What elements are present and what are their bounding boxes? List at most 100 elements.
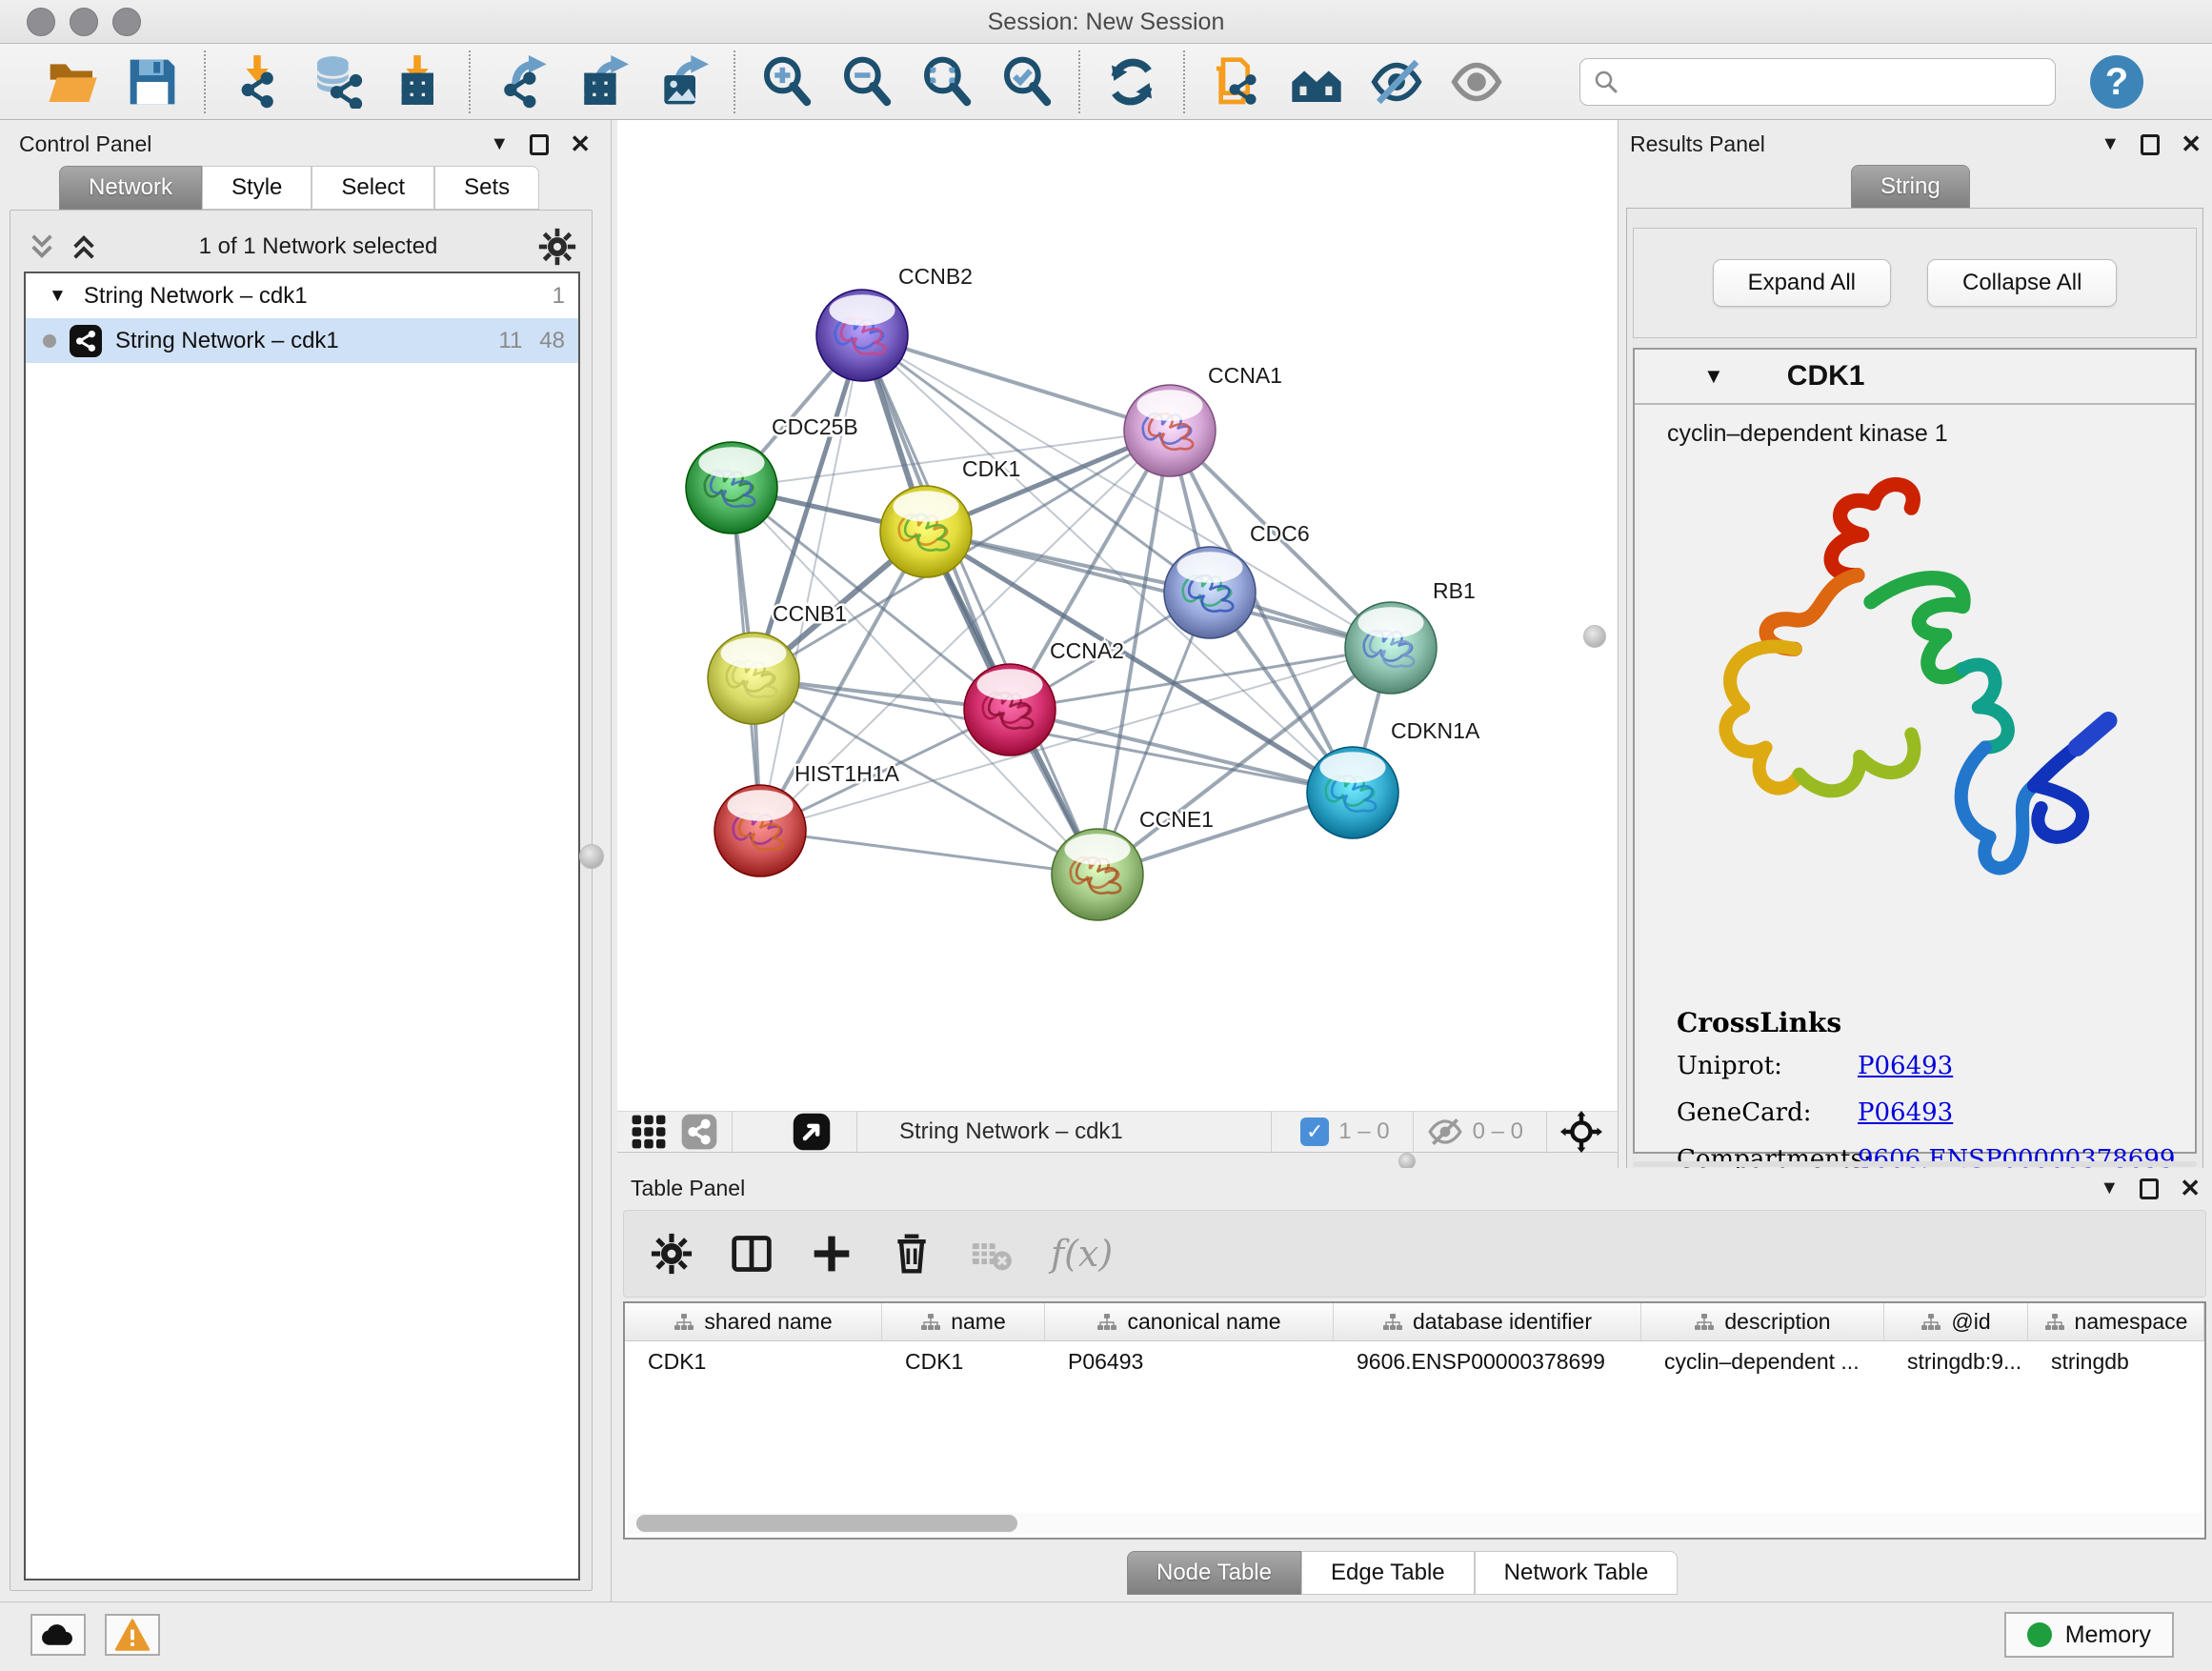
- column-header-canonical-name[interactable]: canonical name: [1045, 1303, 1334, 1340]
- panel-float-icon[interactable]: [530, 134, 549, 155]
- column-header-description[interactable]: description: [1641, 1303, 1884, 1340]
- zoom-out-button[interactable]: [837, 51, 896, 112]
- open-in-window-icon[interactable]: [792, 1112, 832, 1152]
- import-from-database-button[interactable]: [308, 51, 367, 112]
- edge-CCNB2-CCNA1[interactable]: [862, 335, 1170, 431]
- node-CDKN1A[interactable]: CDKN1A: [1307, 718, 1480, 838]
- network-graph[interactable]: CCNB2CCNA1CDC25BCDK1CDC6RB1CCNB1CCNA2CDK…: [617, 120, 1618, 1111]
- column-header--id[interactable]: @id: [1884, 1303, 2028, 1340]
- cell--id[interactable]: stringdb:9...: [1884, 1341, 2028, 1383]
- node-RB1[interactable]: RB1: [1345, 578, 1476, 694]
- search-input[interactable]: [1628, 69, 2038, 95]
- panel-close-icon[interactable]: ✕: [2181, 130, 2202, 159]
- collapse-all-button[interactable]: Collapse All: [1927, 259, 2117, 307]
- tab-select[interactable]: Select: [312, 166, 434, 210]
- export-table-icon: [575, 55, 629, 109]
- tab-network-table[interactable]: Network Table: [1475, 1551, 1679, 1595]
- duplicate-network-button[interactable]: [1207, 51, 1266, 112]
- save-session-button[interactable]: [123, 51, 182, 112]
- hide-selected-button[interactable]: [1367, 51, 1426, 112]
- panel-close-icon[interactable]: ✕: [2180, 1174, 2201, 1203]
- apply-layout-refresh-button[interactable]: [1102, 51, 1161, 112]
- collapse-section-icon[interactable]: ▼: [1703, 364, 1724, 389]
- import-network-button[interactable]: [228, 51, 287, 112]
- column-header-shared-name[interactable]: shared name: [625, 1303, 882, 1340]
- panel-menu-icon[interactable]: ▼: [2101, 133, 2120, 155]
- window-close-button[interactable]: [27, 8, 55, 36]
- network-row[interactable]: String Network – cdk1 11 48: [26, 318, 578, 363]
- zoom-selected-button[interactable]: [997, 51, 1056, 112]
- network-view-icon[interactable]: [680, 1113, 718, 1151]
- node-HIST1H1A[interactable]: HIST1H1A: [714, 761, 900, 876]
- selected-nodes-checkbox[interactable]: ✓: [1300, 1117, 1329, 1146]
- warnings-button[interactable]: [105, 1614, 160, 1656]
- network-canvas[interactable]: CCNB2CCNA1CDC25BCDK1CDC6RB1CCNB1CCNA2CDK…: [617, 120, 1618, 1111]
- collapse-icon[interactable]: ▼: [49, 286, 67, 307]
- panel-menu-icon[interactable]: ▼: [490, 133, 509, 155]
- table-row[interactable]: CDK1CDK1P064939606.ENSP00000378699cyclin…: [625, 1341, 2204, 1383]
- cell-database-identifier[interactable]: 9606.ENSP00000378699: [1334, 1341, 1641, 1383]
- window-zoom-button[interactable]: [112, 8, 141, 36]
- zoom-in-button[interactable]: [757, 51, 816, 112]
- column-type-icon: [2044, 1312, 2065, 1333]
- network-collection-row[interactable]: ▼ String Network – cdk1 1: [26, 273, 578, 318]
- results-scrollbar[interactable]: [1633, 1161, 2197, 1167]
- birdseye-view-button[interactable]: [1287, 51, 1346, 112]
- tab-node-table[interactable]: Node Table: [1127, 1551, 1301, 1595]
- tab-string[interactable]: String: [1851, 165, 1970, 209]
- tab-sets[interactable]: Sets: [434, 166, 539, 210]
- left-splitter-handle[interactable]: [579, 844, 604, 869]
- export-table-button[interactable]: [573, 51, 632, 112]
- edge-HIST1H1A-CCNE1[interactable]: [760, 831, 1097, 875]
- cloud-status-button[interactable]: [30, 1614, 86, 1656]
- window-minimize-button[interactable]: [70, 8, 98, 36]
- delete-column-icon[interactable]: [891, 1233, 933, 1275]
- crosslink-link[interactable]: P06493: [1858, 1052, 1953, 1080]
- edge-CCNB2-HIST1H1A[interactable]: [760, 335, 862, 831]
- hidden-eye-slash-icon[interactable]: [1427, 1116, 1463, 1148]
- cell-name[interactable]: CDK1: [882, 1341, 1045, 1383]
- table-horizontal-scrollbar[interactable]: [627, 1513, 2202, 1534]
- node-CDK1[interactable]: CDK1: [880, 456, 1020, 577]
- cell-shared-name[interactable]: CDK1: [625, 1341, 882, 1383]
- zoom-fit-button[interactable]: [917, 51, 976, 112]
- show-columns-icon[interactable]: [731, 1233, 773, 1275]
- fit-selected-crosshair-icon[interactable]: [1560, 1111, 1602, 1153]
- open-session-button[interactable]: [43, 51, 102, 112]
- scrollbar-thumb[interactable]: [636, 1515, 1017, 1532]
- network-options-gear-icon[interactable]: [538, 228, 576, 266]
- tab-edge-table[interactable]: Edge Table: [1301, 1551, 1475, 1595]
- add-column-icon[interactable]: [811, 1233, 853, 1275]
- node-CCNA1[interactable]: CCNA1: [1124, 363, 1282, 476]
- column-header-name[interactable]: name: [882, 1303, 1045, 1340]
- panel-menu-icon[interactable]: ▼: [2100, 1178, 2119, 1199]
- memory-button[interactable]: Memory: [2004, 1612, 2174, 1658]
- export-image-button[interactable]: [653, 51, 712, 112]
- grid-view-icon[interactable]: [631, 1114, 667, 1150]
- search-box[interactable]: [1579, 58, 2056, 106]
- expand-all-icon[interactable]: [70, 231, 98, 263]
- panel-float-icon[interactable]: [2141, 134, 2160, 155]
- show-all-button[interactable]: [1447, 51, 1506, 112]
- cell-description[interactable]: cyclin–dependent ...: [1641, 1341, 1884, 1383]
- import-table-button[interactable]: [388, 51, 447, 112]
- export-network-button[interactable]: [493, 51, 552, 112]
- column-header-database-identifier[interactable]: database identifier: [1334, 1303, 1641, 1340]
- expand-all-button[interactable]: Expand All: [1713, 259, 1891, 307]
- column-header-namespace[interactable]: namespace: [2028, 1303, 2204, 1340]
- table-options-gear-icon[interactable]: [651, 1233, 693, 1275]
- cell-namespace[interactable]: stringdb: [2028, 1341, 2204, 1383]
- gene-section-header[interactable]: ▼ CDK1: [1635, 350, 2195, 405]
- collapse-all-icon[interactable]: [28, 231, 56, 263]
- edge-CDK1-RB1[interactable]: [926, 532, 1391, 648]
- cell-canonical-name[interactable]: P06493: [1045, 1341, 1334, 1383]
- tab-style[interactable]: Style: [202, 166, 312, 210]
- right-splitter-handle[interactable]: [1583, 625, 1606, 648]
- panel-float-icon[interactable]: [2140, 1178, 2159, 1199]
- edge-CCNB2-CCNE1[interactable]: [862, 335, 1097, 875]
- panel-close-icon[interactable]: ✕: [570, 130, 591, 159]
- tab-network[interactable]: Network: [59, 166, 202, 210]
- crosslink-link[interactable]: P06493: [1858, 1098, 1953, 1127]
- help-button[interactable]: ?: [2090, 55, 2143, 109]
- node-CCNB1[interactable]: CCNB1: [708, 601, 847, 724]
